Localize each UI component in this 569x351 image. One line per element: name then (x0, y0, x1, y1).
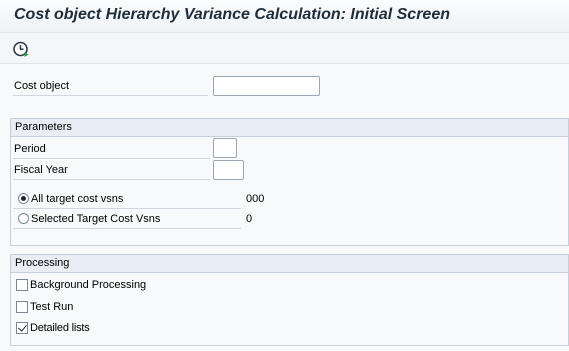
period-label: Period (14, 143, 46, 155)
page-title: Cost object Hierarchy Variance Calculati… (14, 6, 450, 23)
selected-target-value: 0 (246, 213, 253, 225)
application-toolbar (0, 33, 569, 64)
all-target-value: 000 (246, 193, 265, 205)
period-input[interactable] (213, 138, 237, 158)
test-run-checkbox[interactable] (16, 301, 28, 313)
all-target-radio[interactable] (18, 193, 29, 204)
processing-group-title: Processing (11, 255, 568, 273)
processing-group: Processing (10, 254, 569, 346)
test-run-label: Test Run (30, 301, 74, 313)
execute-button[interactable] (12, 40, 30, 58)
fiscal-year-input[interactable] (213, 160, 244, 180)
background-processing-checkbox[interactable] (16, 279, 28, 291)
cost-object-label: Cost object (14, 80, 70, 92)
title-bar: Cost object Hierarchy Variance Calculati… (0, 0, 569, 33)
parameters-group-title: Parameters (11, 119, 568, 137)
selected-target-label: Selected Target Cost Vsns (31, 213, 161, 225)
cost-object-input[interactable] (213, 76, 320, 96)
fiscal-year-label: Fiscal Year (14, 164, 68, 176)
selected-target-radio[interactable] (18, 213, 29, 224)
detailed-lists-checkbox[interactable] (16, 322, 28, 334)
background-processing-label: Background Processing (30, 279, 147, 291)
detailed-lists-label: Detailed lists (30, 322, 90, 334)
execute-clock-icon (13, 41, 29, 57)
all-target-label: All target cost vsns (31, 193, 124, 205)
